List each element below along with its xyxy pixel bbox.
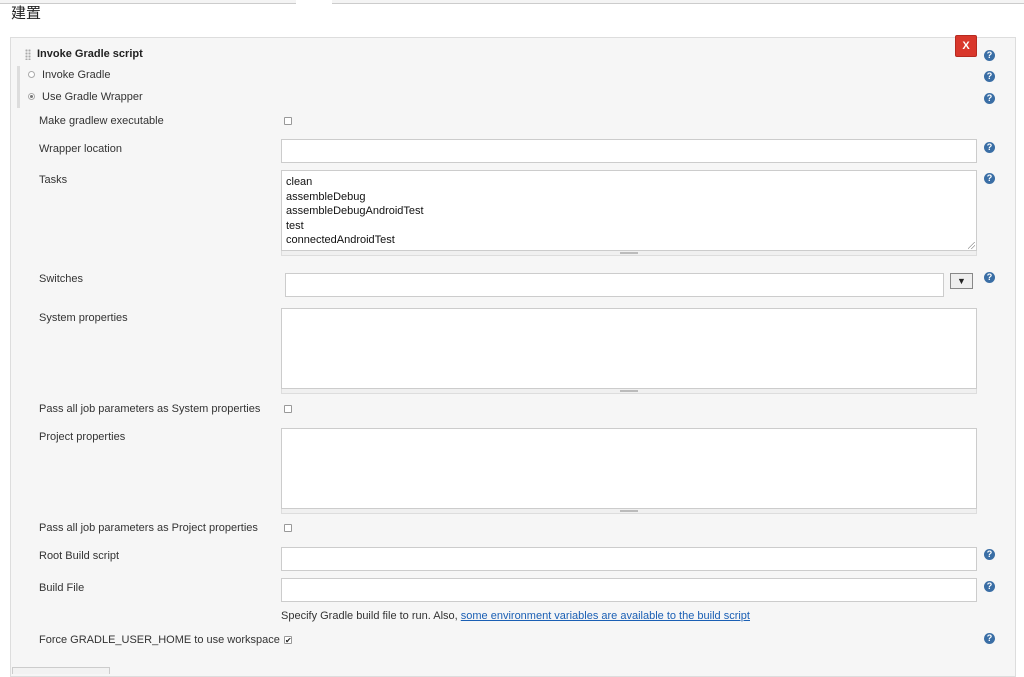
- help-icon[interactable]: ?: [984, 71, 995, 82]
- switches-label: Switches: [39, 273, 84, 285]
- top-tab-left[interactable]: [0, 0, 296, 4]
- env-variables-link[interactable]: some environment variables are available…: [461, 610, 750, 622]
- switches-input[interactable]: [285, 273, 944, 297]
- radio-label-invoke-gradle: Invoke Gradle: [42, 69, 111, 81]
- help-icon[interactable]: ?: [984, 581, 995, 592]
- drag-handle-icon[interactable]: [25, 49, 31, 60]
- pass-system-checkbox[interactable]: [284, 405, 292, 413]
- delete-step-button[interactable]: X: [955, 35, 977, 57]
- root-build-script-label: Root Build script: [39, 550, 120, 562]
- section-title: 建置: [11, 5, 42, 22]
- radio-group-indicator: [17, 66, 20, 108]
- bottom-tab-edge: [12, 667, 110, 674]
- help-icon[interactable]: ?: [984, 93, 995, 104]
- radio-use-wrapper[interactable]: [28, 93, 35, 100]
- help-icon[interactable]: ?: [984, 272, 995, 283]
- radio-label-use-wrapper: Use Gradle Wrapper: [42, 91, 143, 103]
- make-executable-checkbox[interactable]: [284, 117, 292, 125]
- project-properties-textarea[interactable]: [281, 428, 977, 509]
- task-line: clean: [286, 176, 313, 188]
- help-icon[interactable]: ?: [984, 633, 995, 644]
- help-icon[interactable]: ?: [984, 50, 995, 61]
- task-line: assembleDebug: [286, 190, 366, 203]
- pass-project-checkbox[interactable]: [284, 524, 292, 532]
- wrapper-location-label: Wrapper location: [39, 143, 122, 155]
- task-line: test: [286, 219, 304, 232]
- build-file-input[interactable]: [281, 578, 977, 602]
- wrapper-location-input[interactable]: [281, 139, 977, 163]
- build-file-hint: Specify Gradle build file to run. Also, …: [281, 610, 750, 622]
- help-icon[interactable]: ?: [984, 549, 995, 560]
- pass-project-label: Pass all job parameters as Project prope…: [39, 522, 258, 534]
- project-properties-label: Project properties: [39, 431, 126, 443]
- pass-system-label: Pass all job parameters as System proper…: [39, 403, 261, 415]
- textarea-resize-bar[interactable]: [281, 509, 977, 514]
- root-build-script-input[interactable]: [281, 547, 977, 571]
- system-properties-textarea[interactable]: [281, 308, 977, 389]
- task-line: assembleDebugAndroidTest: [286, 205, 424, 217]
- top-tab-right[interactable]: [332, 0, 1024, 4]
- textarea-resize-bar[interactable]: [281, 389, 977, 394]
- task-line: connectedAndroidTest: [286, 234, 395, 246]
- make-executable-label: Make gradlew executable: [39, 115, 164, 127]
- help-icon[interactable]: ?: [984, 142, 995, 153]
- step-title: Invoke Gradle script: [37, 48, 143, 60]
- tasks-label: Tasks: [39, 174, 68, 186]
- system-properties-label: System properties: [39, 312, 128, 324]
- help-icon[interactable]: ?: [984, 173, 995, 184]
- force-home-checkbox[interactable]: ✔: [284, 636, 292, 645]
- resize-grip-icon[interactable]: [968, 242, 975, 249]
- textarea-resize-bar[interactable]: [281, 251, 977, 256]
- force-home-label: Force GRADLE_USER_HOME to use workspace: [39, 634, 280, 646]
- radio-invoke-gradle[interactable]: [28, 71, 35, 78]
- tasks-textarea[interactable]: clean assembleDebug assembleDebugAndroid…: [281, 170, 977, 251]
- switches-expand-button[interactable]: ▼: [950, 273, 973, 289]
- build-file-hint-text: Specify Gradle build file to run. Also,: [281, 610, 461, 622]
- build-file-label: Build File: [39, 582, 85, 594]
